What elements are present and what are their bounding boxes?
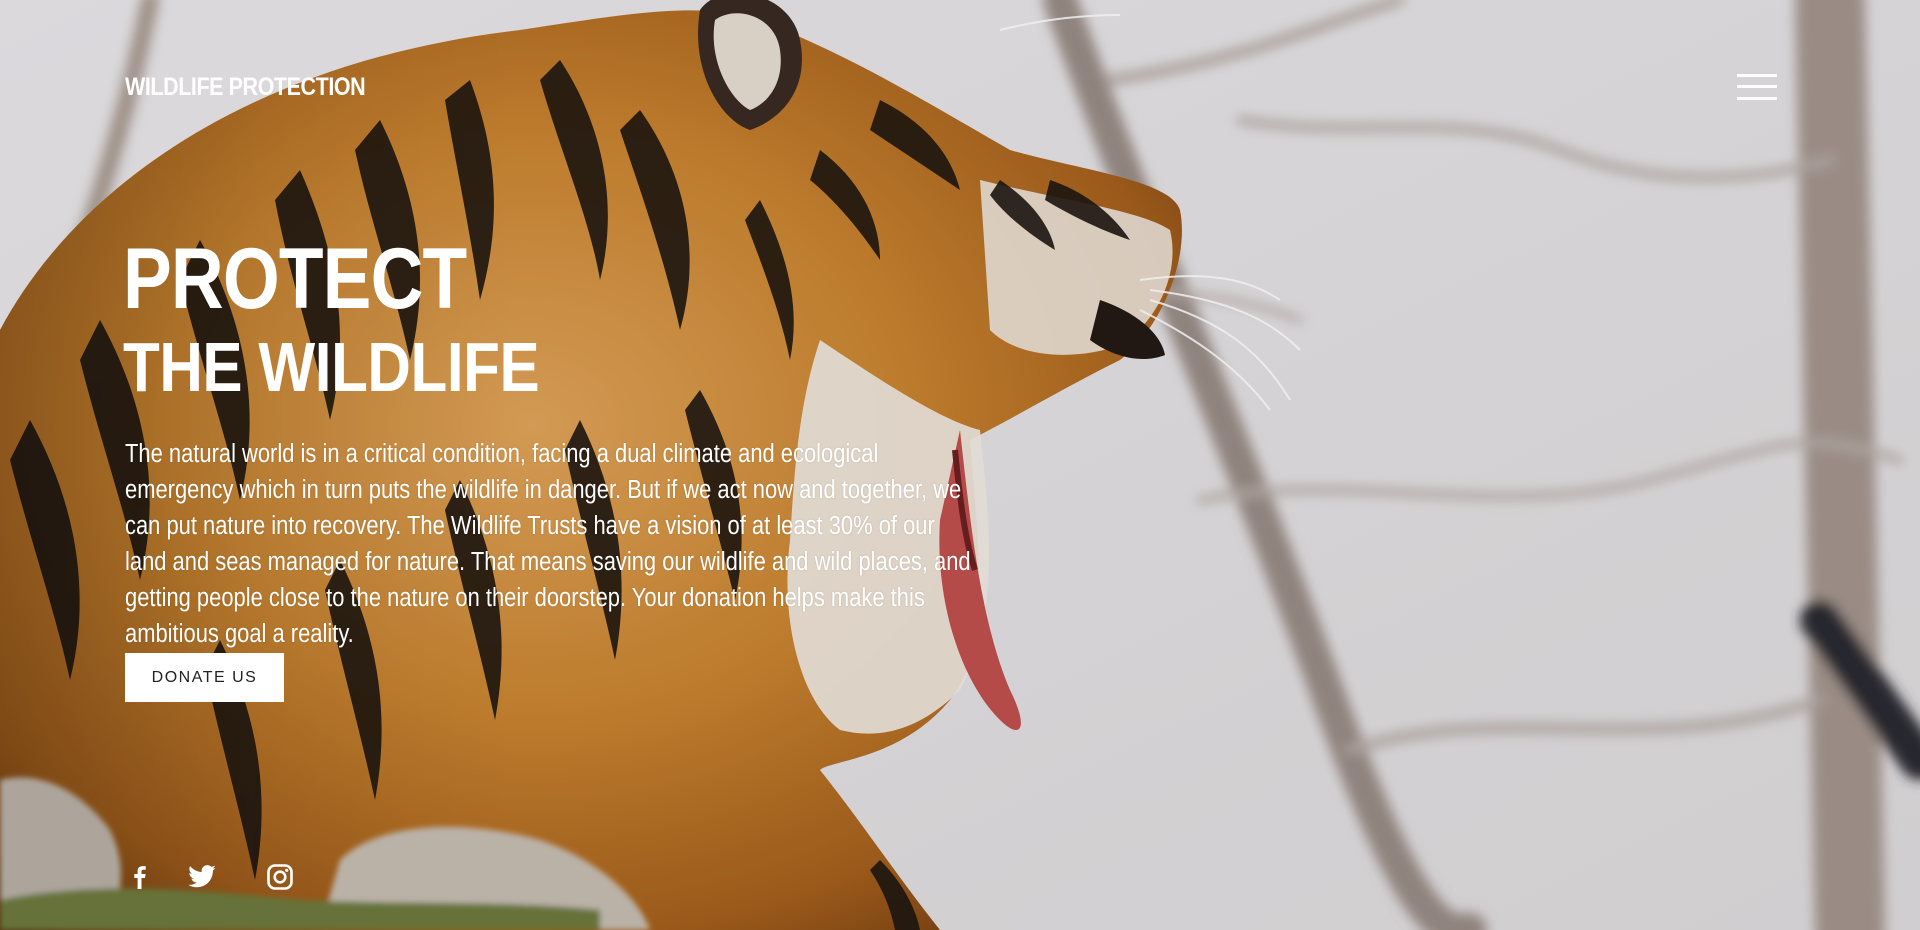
headline-primary: PROTECT (123, 231, 467, 327)
hero-description: The natural world is in a critical condi… (125, 440, 971, 648)
instagram-icon[interactable] (265, 862, 295, 892)
hero-section: WILDLIFE PROTECTION PROTECT THE WILDLIFE… (0, 0, 1920, 930)
donate-button[interactable]: DONATE US (125, 653, 284, 702)
menu-line (1737, 74, 1777, 77)
menu-line (1737, 85, 1777, 88)
menu-line (1737, 97, 1777, 100)
facebook-icon[interactable] (125, 862, 155, 892)
twitter-icon[interactable] (187, 862, 217, 892)
site-logo[interactable]: WILDLIFE PROTECTION (125, 73, 366, 102)
headline-secondary: THE WILDLIFE (123, 328, 540, 406)
hamburger-menu-icon[interactable] (1737, 72, 1777, 102)
